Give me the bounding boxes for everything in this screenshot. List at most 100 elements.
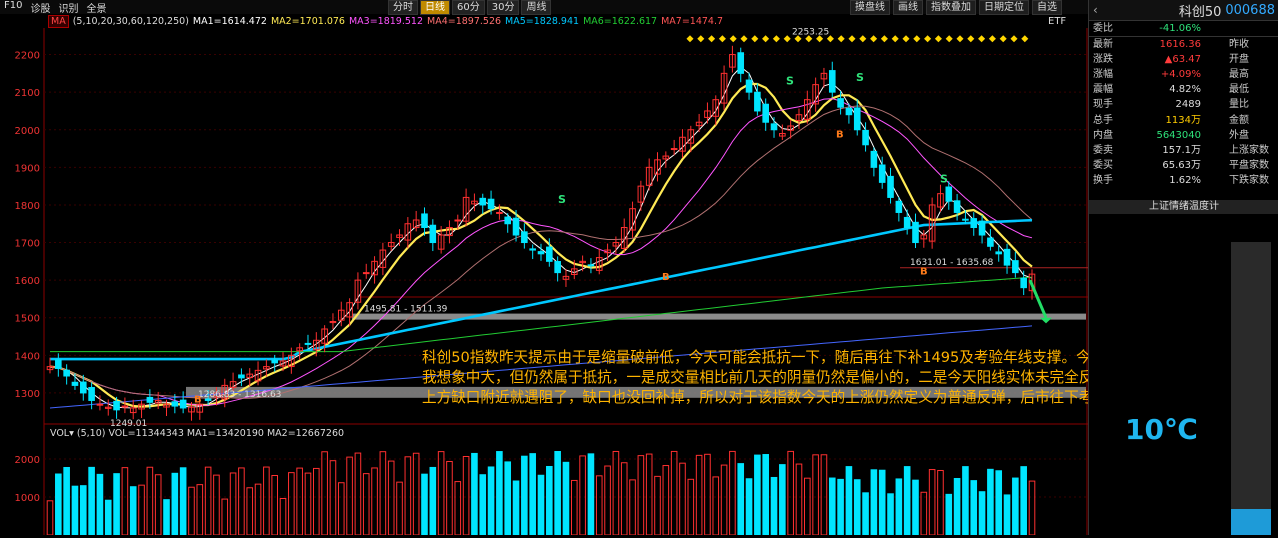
candle-body	[945, 186, 953, 202]
price-tick-label: 1600	[15, 276, 40, 287]
candle-body	[521, 231, 528, 244]
price-annotation: 1495.81 - 1511.39	[364, 305, 448, 315]
candle-body	[987, 237, 994, 247]
volume-bar	[837, 478, 844, 536]
volume-bar	[862, 492, 869, 536]
diamond-marker	[978, 35, 986, 43]
volume-bar	[828, 477, 836, 536]
volume-bar	[71, 485, 79, 536]
draw-line-button[interactable]: 画线	[893, 0, 923, 15]
candle-body	[496, 211, 503, 214]
quote-key: 内盘	[1093, 129, 1113, 141]
candle-body	[113, 400, 120, 411]
quote-value: 2489	[1175, 99, 1201, 111]
volume-bar	[762, 454, 769, 536]
price-tick-label: 2100	[15, 88, 40, 99]
buy-signal: B	[194, 394, 202, 405]
ma2-value: MA2=1701.076	[270, 16, 345, 27]
ma-selector-button[interactable]: MA	[48, 15, 69, 28]
candle-body	[587, 264, 595, 267]
volume-bar	[454, 481, 462, 536]
candle-body	[96, 403, 104, 406]
volume-bar	[246, 487, 254, 536]
candle-body	[487, 198, 495, 210]
candle-body	[362, 272, 370, 275]
candle-body	[71, 381, 79, 386]
diamond-marker	[859, 35, 867, 43]
kline-chart[interactable]: 2200 2100 2000 1900 1800 1700 1600 1500 1400 1300…	[0, 28, 1088, 536]
temperature-fill	[1231, 509, 1271, 535]
volume-bar	[404, 456, 412, 536]
quote-key2: 上涨家数	[1229, 144, 1269, 156]
down-arrow-head	[1040, 317, 1052, 324]
etf-label[interactable]: ETF	[1048, 16, 1066, 27]
ma-params: (5,10,20,30,60,120,250)	[72, 16, 189, 27]
candle-body	[179, 399, 187, 409]
index-overlay-button[interactable]: 指数叠加	[926, 0, 976, 15]
quote-row: 震幅 4.82% 最低	[1089, 82, 1278, 97]
chart-area[interactable]: 2200 2100 2000 1900 1800 1700 1600 1500 1400 1300…	[0, 28, 1088, 536]
candle-body	[271, 359, 278, 364]
period-tab-30min[interactable]: 30分	[486, 0, 520, 15]
f10-button[interactable]: F10	[4, 0, 22, 15]
volume-bar	[937, 469, 944, 536]
recognize-button[interactable]: 识别	[58, 0, 78, 15]
quote-key2: 金额	[1229, 114, 1249, 126]
volume-bar	[429, 466, 437, 536]
volume-bar	[304, 472, 312, 536]
index-code: 000688	[1225, 2, 1275, 18]
sentiment-title: 上证情绪温度计	[1089, 200, 1278, 214]
diamond-marker	[783, 35, 791, 43]
quote-value: 1616.36	[1159, 39, 1201, 51]
volume-bar	[679, 462, 686, 536]
price-tick-label: 1500	[15, 314, 40, 325]
sell-signal: S	[856, 71, 864, 84]
volume-tick-label: 2000	[15, 455, 40, 466]
price-tick-label: 1800	[15, 201, 40, 212]
volume-bar	[712, 476, 720, 536]
candle-body	[970, 218, 978, 228]
quote-value: +4.09%	[1160, 69, 1201, 81]
diamond-marker	[945, 35, 953, 43]
buy-signal: B	[920, 266, 928, 277]
volume-bar	[1020, 466, 1027, 536]
ma4-value: MA4=1897.526	[427, 16, 502, 27]
volume-bar	[462, 455, 470, 536]
diamond-marker	[967, 35, 975, 43]
price-axis: 2200 2100 2000 1900 1800 1700 1600 1500 1400 1300	[15, 51, 40, 400]
volume-bar	[321, 451, 328, 536]
ma1-value: MA1=1614.472	[192, 16, 267, 27]
quote-row: 总手 1134万 金额	[1089, 113, 1278, 128]
price-tick-label: 1900	[15, 163, 40, 174]
panorama-button[interactable]: 全景	[86, 0, 106, 15]
quote-key2: 量比	[1229, 99, 1249, 111]
diamond-marker	[988, 35, 996, 43]
diagnose-button[interactable]: 诊股	[30, 0, 50, 15]
period-tab-60min[interactable]: 60分	[452, 0, 485, 15]
price-tick-label: 1700	[15, 239, 40, 250]
diamond-marker	[1010, 35, 1018, 43]
volume-bar	[63, 466, 70, 536]
quote-key: 总手	[1093, 114, 1113, 126]
period-tab-weekly[interactable]: 周线	[521, 0, 552, 15]
candle-body	[537, 251, 545, 255]
candle-body	[79, 381, 87, 394]
touch-line-button[interactable]: 摸盘线	[850, 0, 890, 15]
volume-bar	[720, 464, 728, 536]
watchlist-button[interactable]: 自选	[1032, 0, 1062, 15]
buy-signal: B	[836, 129, 844, 140]
volume-bar	[795, 463, 803, 536]
quote-key2: 最低	[1229, 84, 1249, 96]
volume-bar	[637, 455, 645, 536]
period-tab-minute[interactable]: 分时	[388, 0, 418, 15]
back-arrow-icon[interactable]: ‹	[1089, 3, 1102, 17]
date-locate-button[interactable]: 日期定位	[979, 0, 1029, 15]
period-tab-daily[interactable]: 日线	[420, 0, 450, 15]
volume-bar	[878, 469, 886, 536]
volume-bar	[154, 474, 162, 536]
candle-body	[770, 123, 778, 131]
quote-header: ‹ 科创50 000688	[1089, 0, 1278, 21]
candle-body	[529, 248, 536, 251]
volume-bar	[612, 450, 620, 536]
candle-body	[878, 164, 886, 183]
